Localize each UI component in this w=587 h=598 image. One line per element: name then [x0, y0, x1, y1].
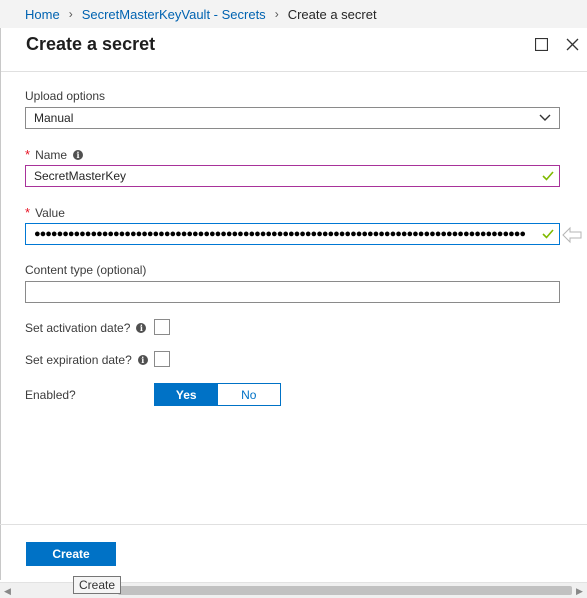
blade-header: Create a secret	[1, 28, 587, 72]
create-tooltip: Create	[73, 576, 122, 594]
expiration-date-checkbox[interactable]	[154, 351, 170, 367]
maximize-button[interactable]	[531, 34, 551, 54]
info-icon[interactable]: i	[73, 149, 84, 160]
arrow-left-icon	[562, 226, 582, 244]
name-label: * Name i	[25, 147, 84, 162]
close-icon	[566, 38, 578, 50]
info-icon[interactable]: i	[137, 355, 148, 365]
breadcrumb: Home › SecretMasterKeyVault - Secrets › …	[0, 0, 587, 28]
upload-options-label: Upload options	[25, 89, 106, 103]
scroll-right-icon[interactable]: ▶	[576, 586, 583, 597]
name-label-text: Name	[35, 147, 68, 162]
enabled-label: Enabled?	[25, 388, 76, 402]
maximize-icon	[534, 37, 548, 51]
activation-date-label-text: Set activation date?	[25, 321, 131, 335]
activation-date-label: Set activation date? i	[25, 321, 147, 335]
upload-options-value: Manual	[34, 111, 74, 125]
required-asterisk: *	[25, 147, 31, 162]
checkmark-icon	[542, 171, 554, 181]
create-button[interactable]: Create	[26, 542, 116, 566]
breadcrumb-secrets-link[interactable]: SecretMasterKeyVault - Secrets	[82, 7, 266, 22]
expiration-date-label: Set expiration date? i	[25, 353, 148, 367]
enabled-yes-option[interactable]: Yes	[155, 384, 218, 405]
enabled-toggle[interactable]: Yes No	[154, 383, 281, 406]
page-title: Create a secret	[26, 34, 156, 54]
chevron-right-icon: ›	[68, 7, 73, 21]
activation-date-checkbox[interactable]	[154, 319, 170, 335]
scroll-left-icon[interactable]: ◀	[4, 586, 11, 597]
breadcrumb-home-link[interactable]: Home	[25, 7, 60, 22]
close-button[interactable]	[562, 34, 582, 54]
upload-options-select[interactable]: Manual	[25, 107, 560, 129]
name-input[interactable]: SecretMasterKey	[25, 165, 560, 187]
breadcrumb-current: Create a secret	[287, 6, 377, 22]
footer-divider	[0, 524, 587, 525]
required-asterisk: *	[25, 205, 31, 220]
value-label-text: Value	[35, 205, 65, 220]
expiration-date-label-text: Set expiration date?	[25, 353, 132, 367]
name-input-value: SecretMasterKey	[34, 169, 127, 183]
checkmark-icon	[542, 229, 554, 239]
value-input-masked: ●●●●●●●●●●●●●●●●●●●●●●●●●●●●●●●●●●●●●●●●…	[34, 228, 526, 240]
scrollbar-thumb[interactable]	[118, 586, 572, 595]
chevron-down-icon	[539, 114, 551, 121]
content-type-input[interactable]	[25, 281, 560, 303]
value-label: * Value	[25, 205, 65, 220]
content-type-label: Content type (optional)	[25, 263, 147, 277]
value-input[interactable]: ●●●●●●●●●●●●●●●●●●●●●●●●●●●●●●●●●●●●●●●●…	[25, 223, 560, 245]
chevron-right-icon: ›	[274, 7, 279, 21]
info-icon[interactable]: i	[136, 323, 147, 333]
enabled-no-option[interactable]: No	[217, 384, 280, 405]
